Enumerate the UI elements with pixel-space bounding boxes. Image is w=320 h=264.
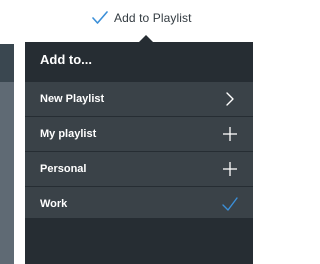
menu-item-label: Personal: [40, 163, 87, 175]
add-to-playlist-label: Add to Playlist: [114, 11, 192, 25]
menu-item-personal[interactable]: Personal: [25, 151, 253, 186]
check-icon: [221, 195, 239, 213]
add-to-playlist-button[interactable]: Add to Playlist: [92, 7, 192, 29]
page: Add to Playlist Add to... New Playlist M…: [0, 0, 260, 264]
menu-item-new-playlist[interactable]: New Playlist: [25, 81, 253, 116]
menu-item-label: New Playlist: [40, 93, 105, 105]
chevron-right-icon: [221, 90, 239, 108]
check-icon: [92, 11, 108, 25]
menu-item-label: My playlist: [40, 128, 97, 140]
menu-item-my-playlist[interactable]: My playlist: [25, 116, 253, 151]
plus-icon: [221, 160, 239, 178]
menu-item-work[interactable]: Work: [25, 186, 253, 221]
popover-footer: [25, 218, 253, 264]
menu-item-label: Work: [40, 198, 68, 210]
background-app-header: [0, 44, 14, 82]
popover-title: Add to...: [40, 52, 92, 67]
plus-icon: [221, 125, 239, 143]
add-to-popover: Add to... New Playlist My playlist Perso…: [25, 42, 253, 264]
